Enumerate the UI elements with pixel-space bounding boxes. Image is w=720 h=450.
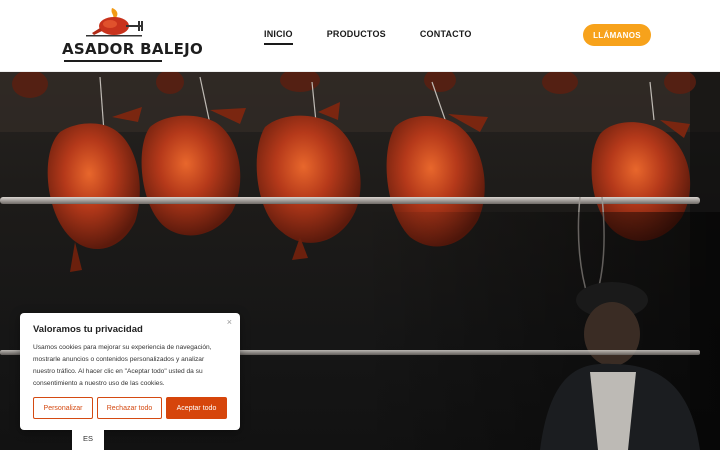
nav-item-contacto[interactable]: CONTACTO bbox=[420, 29, 472, 39]
customize-button[interactable]: Personalizar bbox=[33, 397, 93, 419]
language-selector[interactable]: ES bbox=[72, 430, 104, 450]
cookie-description: Usamos cookies para mejorar su experienc… bbox=[33, 344, 212, 387]
reject-all-button[interactable]: Rechazar todo bbox=[97, 397, 162, 419]
site-logo[interactable]: ASADOR BALEJO bbox=[62, 6, 204, 64]
call-button[interactable]: LLÁMANOS bbox=[583, 24, 651, 46]
cookie-title: Valoramos tu privacidad bbox=[33, 324, 143, 335]
accept-all-button[interactable]: Aceptar todo bbox=[166, 397, 227, 419]
main-nav: INICIO PRODUCTOS CONTACTO bbox=[264, 29, 506, 45]
nav-item-inicio[interactable]: INICIO bbox=[264, 29, 293, 45]
roast-chicken-logo-icon bbox=[86, 8, 143, 37]
cookie-consent-banner: Valoramos tu privacidad × Usamos cookies… bbox=[20, 313, 240, 430]
close-icon[interactable]: × bbox=[227, 317, 232, 327]
cookie-actions: Personalizar Rechazar todo Aceptar todo bbox=[33, 397, 231, 419]
logo-underline bbox=[64, 60, 162, 62]
logo-wordmark: ASADOR BALEJO bbox=[62, 40, 204, 58]
nav-item-productos[interactable]: PRODUCTOS bbox=[327, 29, 386, 39]
site-header: ASADOR BALEJO INICIO PRODUCTOS CONTACTO … bbox=[0, 0, 720, 72]
